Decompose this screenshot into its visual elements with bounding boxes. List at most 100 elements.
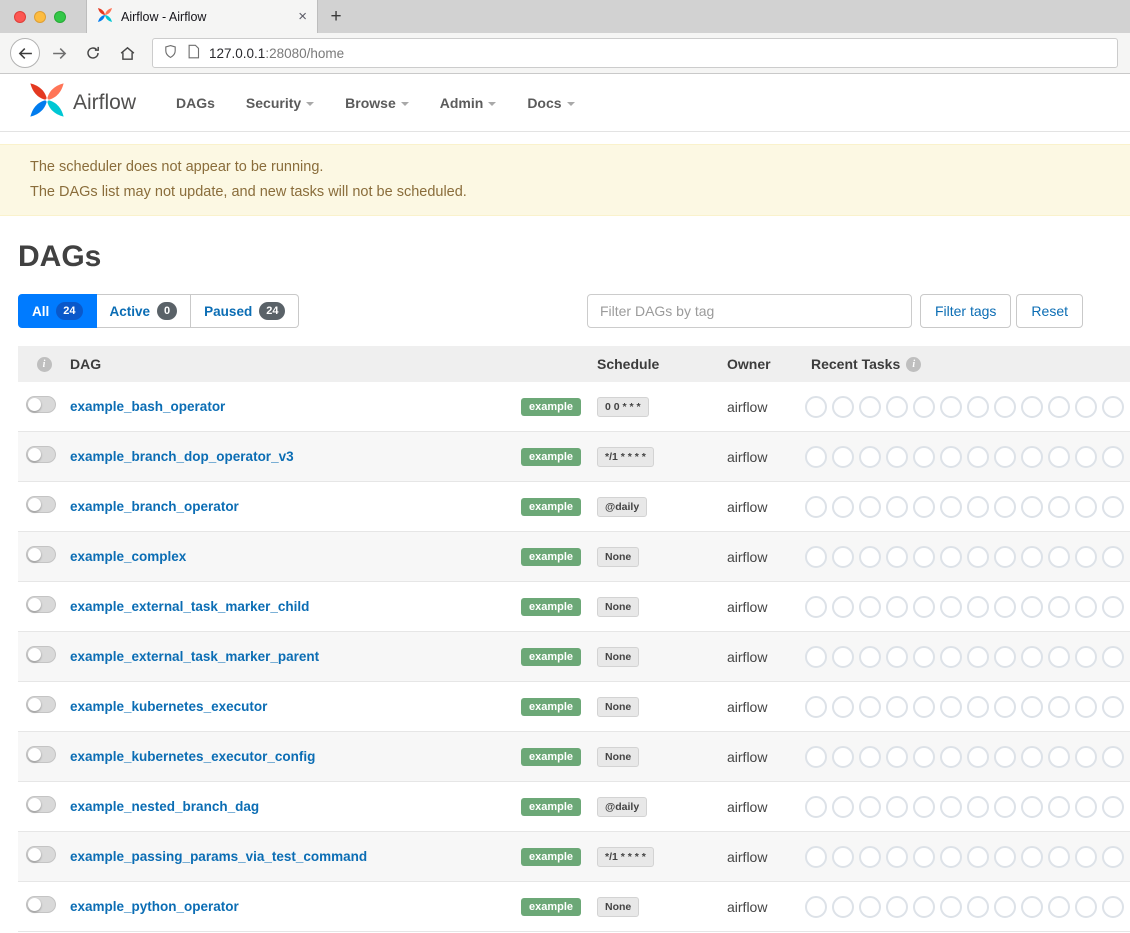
shield-icon[interactable] <box>163 44 178 62</box>
task-state-circle <box>1075 746 1097 768</box>
back-button[interactable] <box>10 38 40 68</box>
zoom-window-button[interactable] <box>54 11 66 23</box>
dag-pause-toggle[interactable] <box>26 846 56 863</box>
nav-item-browse[interactable]: Browse <box>345 95 409 111</box>
dag-pause-toggle[interactable] <box>26 496 56 513</box>
dag-schedule-cell: None <box>585 897 720 917</box>
filter-row: All 24 Active 0 Paused 24 Filter tags Re… <box>18 294 1130 328</box>
dag-pause-toggle[interactable] <box>26 646 56 663</box>
task-state-circle <box>859 446 881 468</box>
task-state-circle <box>1102 396 1124 418</box>
tab-paused[interactable]: Paused 24 <box>191 294 299 328</box>
dag-pause-toggle[interactable] <box>26 796 56 813</box>
task-state-circle <box>859 846 881 868</box>
task-state-circle <box>967 846 989 868</box>
nav-item-label: Admin <box>440 95 484 111</box>
tab-count-badge: 24 <box>259 302 285 320</box>
airflow-brand[interactable]: Airflow <box>28 81 136 124</box>
dag-pause-toggle[interactable] <box>26 896 56 913</box>
dag-tag-badge[interactable]: example <box>521 498 581 516</box>
dag-pause-toggle[interactable] <box>26 596 56 613</box>
browser-tab[interactable]: Airflow - Airflow × <box>86 0 318 33</box>
dag-tag-badge[interactable]: example <box>521 798 581 816</box>
task-state-circle <box>1102 696 1124 718</box>
owner-cell: airflow <box>720 499 805 515</box>
info-icon[interactable]: i <box>906 357 921 372</box>
task-state-circle <box>859 546 881 568</box>
task-state-circle <box>940 646 962 668</box>
dag-tag-badge[interactable]: example <box>521 898 581 916</box>
dag-tag-badge[interactable]: example <box>521 748 581 766</box>
dag-link[interactable]: example_branch_operator <box>70 499 239 514</box>
close-window-button[interactable] <box>14 11 26 23</box>
dag-tag-cell: example <box>485 747 585 766</box>
dag-tag-badge[interactable]: example <box>521 448 581 466</box>
dag-row: example_bash_operator example 0 0 * * * … <box>18 382 1130 432</box>
toggle-knob <box>28 448 41 461</box>
schedule-badge: */1 * * * * <box>597 447 654 467</box>
task-state-circle <box>832 596 854 618</box>
home-button[interactable] <box>112 38 142 68</box>
task-state-circle <box>1102 546 1124 568</box>
dag-link[interactable]: example_passing_params_via_test_command <box>70 849 367 864</box>
nav-item-dags[interactable]: DAGs <box>176 95 215 111</box>
recent-tasks-cell <box>805 796 1130 818</box>
dag-tag-badge[interactable]: example <box>521 598 581 616</box>
dag-pause-toggle[interactable] <box>26 746 56 763</box>
dag-toggle-cell <box>18 746 70 768</box>
task-state-circle <box>913 896 935 918</box>
filter-tags-button[interactable]: Filter tags <box>920 294 1011 328</box>
tab-active[interactable]: Active 0 <box>97 294 192 328</box>
tab-all[interactable]: All 24 <box>18 294 97 328</box>
task-state-circle <box>913 696 935 718</box>
dag-schedule-cell: @daily <box>585 797 720 817</box>
dag-pause-toggle[interactable] <box>26 696 56 713</box>
dag-tag-badge[interactable]: example <box>521 648 581 666</box>
dag-tag-badge[interactable]: example <box>521 398 581 416</box>
task-state-circle <box>967 646 989 668</box>
task-state-circle <box>832 496 854 518</box>
dag-row: example_nested_branch_dag example @daily… <box>18 782 1130 832</box>
nav-item-docs[interactable]: Docs <box>527 95 574 111</box>
dag-pause-toggle[interactable] <box>26 396 56 413</box>
dag-pause-toggle[interactable] <box>26 546 56 563</box>
task-state-circle <box>859 746 881 768</box>
dag-link[interactable]: example_external_task_marker_parent <box>70 649 319 664</box>
minimize-window-button[interactable] <box>34 11 46 23</box>
dag-link[interactable]: example_branch_dop_operator_v3 <box>70 449 294 464</box>
dag-tag-badge[interactable]: example <box>521 848 581 866</box>
dag-tag-badge[interactable]: example <box>521 698 581 716</box>
nav-item-security[interactable]: Security <box>246 95 314 111</box>
main-content: DAGs All 24 Active 0 Paused 24 Filter ta… <box>0 240 1130 932</box>
task-state-circle <box>967 596 989 618</box>
task-state-circle <box>1075 546 1097 568</box>
dag-link[interactable]: example_kubernetes_executor <box>70 699 267 714</box>
dag-pause-toggle[interactable] <box>26 446 56 463</box>
dag-toggle-cell <box>18 696 70 718</box>
dag-link[interactable]: example_bash_operator <box>70 399 225 414</box>
task-state-circle <box>886 746 908 768</box>
reset-button[interactable]: Reset <box>1016 294 1083 328</box>
dag-toggle-cell <box>18 546 70 568</box>
dag-link[interactable]: example_python_operator <box>70 899 239 914</box>
task-state-circle <box>859 396 881 418</box>
reload-button[interactable] <box>78 38 108 68</box>
nav-item-admin[interactable]: Admin <box>440 95 497 111</box>
dag-link[interactable]: example_complex <box>70 549 186 564</box>
url-bar[interactable]: 127.0.0.1:28080/home <box>152 38 1118 68</box>
task-state-circle <box>994 796 1016 818</box>
dag-link[interactable]: example_kubernetes_executor_config <box>70 749 315 764</box>
dag-tag-badge[interactable]: example <box>521 548 581 566</box>
new-tab-button[interactable]: + <box>318 0 354 33</box>
filter-dags-input[interactable] <box>587 294 912 328</box>
task-state-circle <box>805 746 827 768</box>
dag-toggle-cell <box>18 496 70 518</box>
info-icon[interactable]: i <box>37 357 52 372</box>
dag-link[interactable]: example_nested_branch_dag <box>70 799 259 814</box>
forward-button[interactable] <box>44 38 74 68</box>
page-info-icon[interactable] <box>187 44 200 62</box>
dag-link[interactable]: example_external_task_marker_child <box>70 599 309 614</box>
close-tab-icon[interactable]: × <box>298 8 307 25</box>
scheduler-warning-banner: The scheduler does not appear to be runn… <box>0 144 1130 216</box>
task-state-circle <box>832 546 854 568</box>
